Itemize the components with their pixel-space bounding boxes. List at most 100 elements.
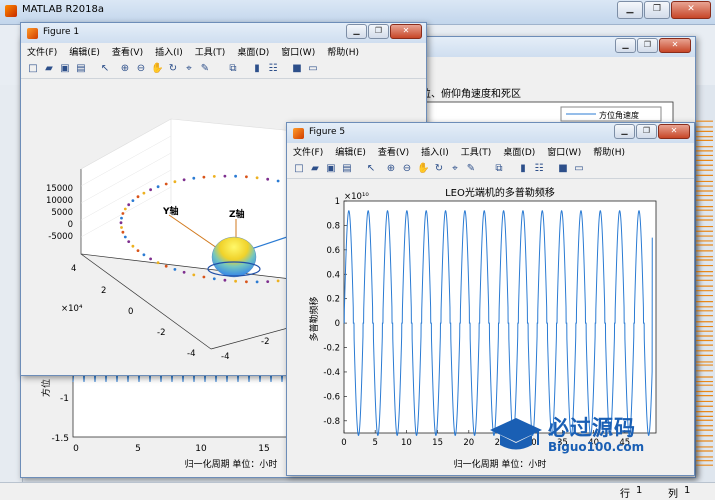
brush-icon[interactable]: ✎: [465, 163, 477, 175]
menu-file[interactable]: 文件(F): [287, 145, 329, 158]
new-file-icon[interactable]: □: [293, 163, 305, 175]
fig1-minimize-button[interactable]: ▁: [346, 24, 367, 39]
bg-ytick-2: -1.5: [51, 434, 69, 444]
fig1-close-button[interactable]: ✕: [390, 24, 422, 39]
bg-ytick-1: -1: [60, 394, 69, 404]
bg-xtick-1: 0: [73, 444, 79, 454]
pan-hand-icon[interactable]: ✋: [151, 63, 163, 75]
figure-5-title: Figure 5: [309, 127, 345, 137]
hide-tools-icon[interactable]: ■: [557, 163, 569, 175]
pan-hand-icon[interactable]: ✋: [417, 163, 429, 175]
menu-window[interactable]: 窗口(W): [541, 145, 587, 158]
open-folder-icon[interactable]: ▰: [43, 63, 55, 75]
yaxis-tick-4: -2: [157, 328, 165, 338]
y-axis-label: Y轴: [162, 205, 179, 217]
show-tools-icon[interactable]: ▭: [307, 63, 319, 75]
x-tick-label: 5: [372, 438, 377, 448]
zaxis-tick-1: 15000: [46, 184, 73, 194]
zaxis-tick-4: 0: [68, 220, 73, 230]
link-plot-icon[interactable]: ⧉: [227, 63, 239, 75]
pointer-icon[interactable]: ↖: [365, 163, 377, 175]
zoom-in-icon[interactable]: ⊕: [119, 63, 131, 75]
figure-5-titlebar: Figure 5 ▁ ❐ ✕: [287, 123, 694, 143]
figure-1-menubar: 文件(F) 编辑(E) 查看(V) 插入(I) 工具(T) 桌面(D) 窗口(W…: [21, 43, 426, 59]
menu-window[interactable]: 窗口(W): [275, 45, 321, 58]
menu-edit[interactable]: 编辑(E): [329, 145, 372, 158]
row-label: 行: [620, 485, 630, 500]
plot-area: [344, 201, 656, 433]
brush-icon[interactable]: ✎: [199, 63, 211, 75]
right-panel-stripes: [694, 120, 715, 480]
figure-1-title: Figure 1: [43, 27, 79, 37]
figure-1-controls: ▁ ❐ ✕: [346, 24, 422, 39]
close-button[interactable]: ✕: [671, 1, 711, 19]
colorbar-icon[interactable]: ▮: [517, 163, 529, 175]
earth-sphere: [212, 237, 256, 277]
menu-insert[interactable]: 插入(I): [149, 45, 189, 58]
yaxis-tick-2: 2: [101, 286, 106, 296]
menu-desktop[interactable]: 桌面(D): [231, 45, 275, 58]
watermark-logo: 必过源码 Biguo100.com: [486, 410, 686, 460]
y-exponent-label: ×10¹⁰: [344, 192, 369, 202]
print-icon[interactable]: ▤: [75, 63, 87, 75]
menu-view[interactable]: 查看(V): [106, 45, 149, 58]
fig5-maximize-button[interactable]: ❐: [636, 124, 657, 139]
zaxis-tick-5: -5000: [48, 232, 73, 242]
pointer-icon[interactable]: ↖: [99, 63, 111, 75]
fig5-minimize-button[interactable]: ▁: [614, 124, 635, 139]
menu-insert[interactable]: 插入(I): [415, 145, 455, 158]
fig5-close-button[interactable]: ✕: [658, 124, 690, 139]
graduation-cap-icon: [486, 412, 546, 456]
app-title: MATLAB R2018a: [22, 4, 104, 15]
zoom-out-icon[interactable]: ⊖: [401, 163, 413, 175]
y-tick-label: 0.4: [326, 270, 340, 280]
zoom-in-icon[interactable]: ⊕: [385, 163, 397, 175]
rotate-icon[interactable]: ↻: [167, 63, 179, 75]
y-tick-label: -0.6: [323, 392, 340, 402]
bg-close-button[interactable]: ✕: [659, 38, 691, 53]
y-tick-label: 0.8: [326, 221, 340, 231]
menu-tools[interactable]: 工具(T): [189, 45, 232, 58]
hide-tools-icon[interactable]: ■: [291, 63, 303, 75]
maximize-button[interactable]: ❐: [644, 1, 670, 19]
app-window-controls: ▁ ❐ ✕: [617, 1, 711, 19]
xaxis-exp-label: ×10⁴: [61, 304, 83, 314]
y-tick-label: -0.8: [323, 417, 340, 427]
x-tick-label: 10: [401, 438, 412, 448]
col-label: 列: [668, 485, 678, 500]
open-folder-icon[interactable]: ▰: [309, 163, 321, 175]
print-icon[interactable]: ▤: [341, 163, 353, 175]
y-tick-label: -0.2: [323, 344, 340, 354]
x-tick-label: 20: [463, 438, 474, 448]
xaxis-tick-2: -2: [261, 337, 269, 347]
data-cursor-icon[interactable]: ⌖: [183, 63, 195, 75]
menu-desktop[interactable]: 桌面(D): [497, 145, 541, 158]
fig1-maximize-button[interactable]: ❐: [368, 24, 389, 39]
status-bar: 行 1 列 1: [0, 482, 715, 500]
menu-file[interactable]: 文件(F): [21, 45, 63, 58]
rotate-icon[interactable]: ↻: [433, 163, 445, 175]
menu-tools[interactable]: 工具(T): [455, 145, 498, 158]
save-icon[interactable]: ▣: [325, 163, 337, 175]
save-icon[interactable]: ▣: [59, 63, 71, 75]
menu-help[interactable]: 帮助(H): [321, 45, 365, 58]
y-tick-label: 0.6: [326, 246, 340, 256]
data-cursor-icon[interactable]: ⌖: [449, 163, 461, 175]
menu-view[interactable]: 查看(V): [372, 145, 415, 158]
chart-title: LEO光端机的多普勒频移: [445, 186, 555, 199]
link-plot-icon[interactable]: ⧉: [493, 163, 505, 175]
new-file-icon[interactable]: □: [27, 63, 39, 75]
bg-xtick-4: 15: [258, 444, 269, 454]
colorbar-icon[interactable]: ▮: [251, 63, 263, 75]
legend-icon[interactable]: ☷: [267, 63, 279, 75]
zoom-out-icon[interactable]: ⊖: [135, 63, 147, 75]
show-tools-icon[interactable]: ▭: [573, 163, 585, 175]
bg-maximize-button[interactable]: ❐: [637, 38, 658, 53]
bg-minimize-button[interactable]: ▁: [615, 38, 636, 53]
menu-help[interactable]: 帮助(H): [587, 145, 631, 158]
menu-edit[interactable]: 编辑(E): [63, 45, 106, 58]
minimize-button[interactable]: ▁: [617, 1, 643, 19]
x-tick-label: 15: [432, 438, 443, 448]
legend-icon[interactable]: ☷: [533, 163, 545, 175]
bg-xlabel: 归一化周期 单位：小时: [185, 458, 278, 470]
